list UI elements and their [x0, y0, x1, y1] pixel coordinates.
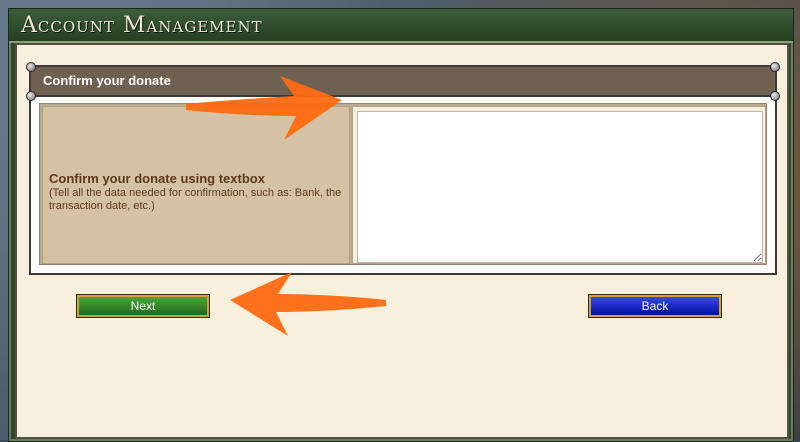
account-management-window: Account Management Confirm your donate C…	[8, 8, 794, 442]
field-label: Confirm your donate using textbox	[49, 171, 265, 186]
confirm-panel: Confirm your donate Confirm your donate …	[26, 62, 780, 275]
confirmation-textarea[interactable]	[357, 111, 763, 263]
title-bar: Account Management	[9, 9, 793, 43]
form-row: Confirm your donate using textbox (Tell …	[39, 103, 767, 265]
field-input-cell	[352, 106, 766, 264]
panel-title: Confirm your donate	[43, 73, 171, 88]
rivet-icon	[770, 91, 780, 101]
arrow-right-icon	[186, 76, 342, 140]
arrow-left-icon	[230, 272, 386, 336]
panel-header: Confirm your donate	[31, 67, 775, 97]
rivet-icon	[770, 62, 780, 72]
window-title: Account Management	[21, 13, 263, 38]
rivet-icon	[26, 62, 36, 72]
next-button[interactable]: Next	[76, 294, 210, 318]
field-help-text: (Tell all the data needed for confirmati…	[49, 187, 342, 212]
back-button[interactable]: Back	[588, 294, 722, 318]
content-area: Confirm your donate Confirm your donate …	[15, 43, 789, 439]
rivet-icon	[26, 91, 36, 101]
